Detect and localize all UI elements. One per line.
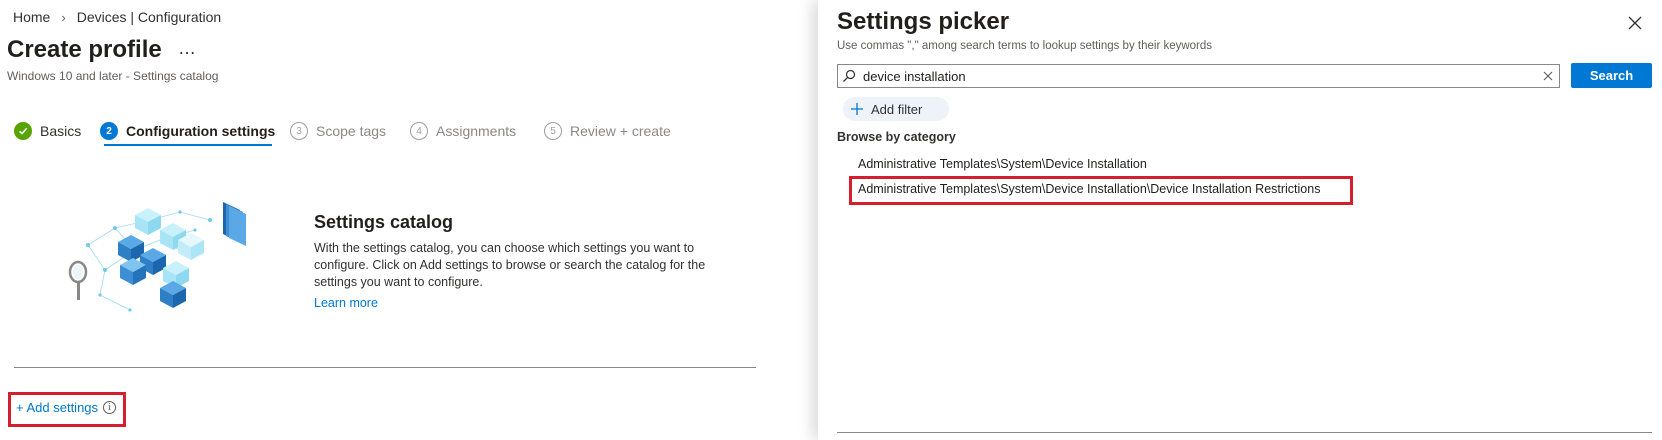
more-options-button[interactable]: … bbox=[178, 38, 197, 59]
step-label: Basics bbox=[40, 123, 82, 139]
step-scope-tags[interactable]: 3 Scope tags bbox=[290, 120, 386, 142]
step-review-create[interactable]: 5 Review + create bbox=[544, 120, 671, 142]
settings-catalog-illustration bbox=[68, 202, 246, 312]
add-filter-button[interactable]: Add filter bbox=[843, 97, 949, 121]
step-label: Configuration settings bbox=[126, 123, 276, 139]
step-number: 5 bbox=[544, 122, 562, 140]
breadcrumb-devices-configuration[interactable]: Devices | Configuration bbox=[77, 9, 221, 25]
settings-catalog-title: Settings catalog bbox=[314, 212, 454, 232]
category-item[interactable]: Administrative Templates\System\Device I… bbox=[858, 182, 1320, 196]
step-number: 4 bbox=[410, 122, 428, 140]
step-label: Assignments bbox=[436, 123, 517, 139]
settings-catalog-description: With the settings catalog, you can choos… bbox=[314, 241, 706, 289]
step-label: Scope tags bbox=[316, 123, 387, 139]
search-button[interactable]: Search bbox=[1571, 63, 1652, 88]
divider bbox=[14, 367, 756, 368]
learn-more-link[interactable]: Learn more bbox=[314, 296, 378, 310]
step-assignments[interactable]: 4 Assignments bbox=[410, 120, 516, 142]
breadcrumb: Home › Devices | Configuration bbox=[13, 9, 221, 25]
divider bbox=[837, 432, 1652, 433]
step-label: Review + create bbox=[570, 123, 671, 139]
active-step-indicator bbox=[104, 144, 272, 146]
search-box bbox=[837, 64, 1560, 88]
info-icon[interactable]: i bbox=[103, 401, 117, 414]
settings-picker-panel: Settings picker Use commas "," among sea… bbox=[818, 0, 1662, 440]
step-number: 2 bbox=[100, 122, 118, 140]
browse-by-category-label: Browse by category bbox=[837, 130, 956, 144]
add-filter-label: Add filter bbox=[871, 101, 923, 117]
page-subtitle: Windows 10 and later - Settings catalog bbox=[7, 69, 219, 83]
close-icon[interactable] bbox=[1625, 13, 1645, 33]
add-settings-link[interactable]: + Add settings i bbox=[16, 400, 117, 415]
search-icon bbox=[838, 65, 860, 87]
category-item[interactable]: Administrative Templates\System\Device I… bbox=[858, 157, 1147, 171]
breadcrumb-chevron-icon: › bbox=[61, 9, 66, 25]
settings-picker-title: Settings picker bbox=[837, 8, 1010, 35]
add-settings-label: + Add settings bbox=[16, 400, 99, 415]
search-input[interactable] bbox=[860, 66, 1537, 86]
step-configuration-settings[interactable]: 2 Configuration settings bbox=[100, 120, 275, 142]
plus-icon bbox=[843, 102, 871, 116]
breadcrumb-home[interactable]: Home bbox=[13, 9, 50, 25]
create-profile-page: Home › Devices | Configuration Create pr… bbox=[0, 0, 820, 440]
page-title: Create profile bbox=[7, 36, 162, 63]
settings-picker-subtitle: Use commas "," among search terms to loo… bbox=[837, 40, 1213, 52]
checkmark-icon bbox=[14, 122, 32, 140]
step-number: 3 bbox=[290, 122, 308, 140]
step-basics[interactable]: Basics bbox=[14, 120, 81, 142]
clear-icon[interactable] bbox=[1537, 65, 1559, 87]
